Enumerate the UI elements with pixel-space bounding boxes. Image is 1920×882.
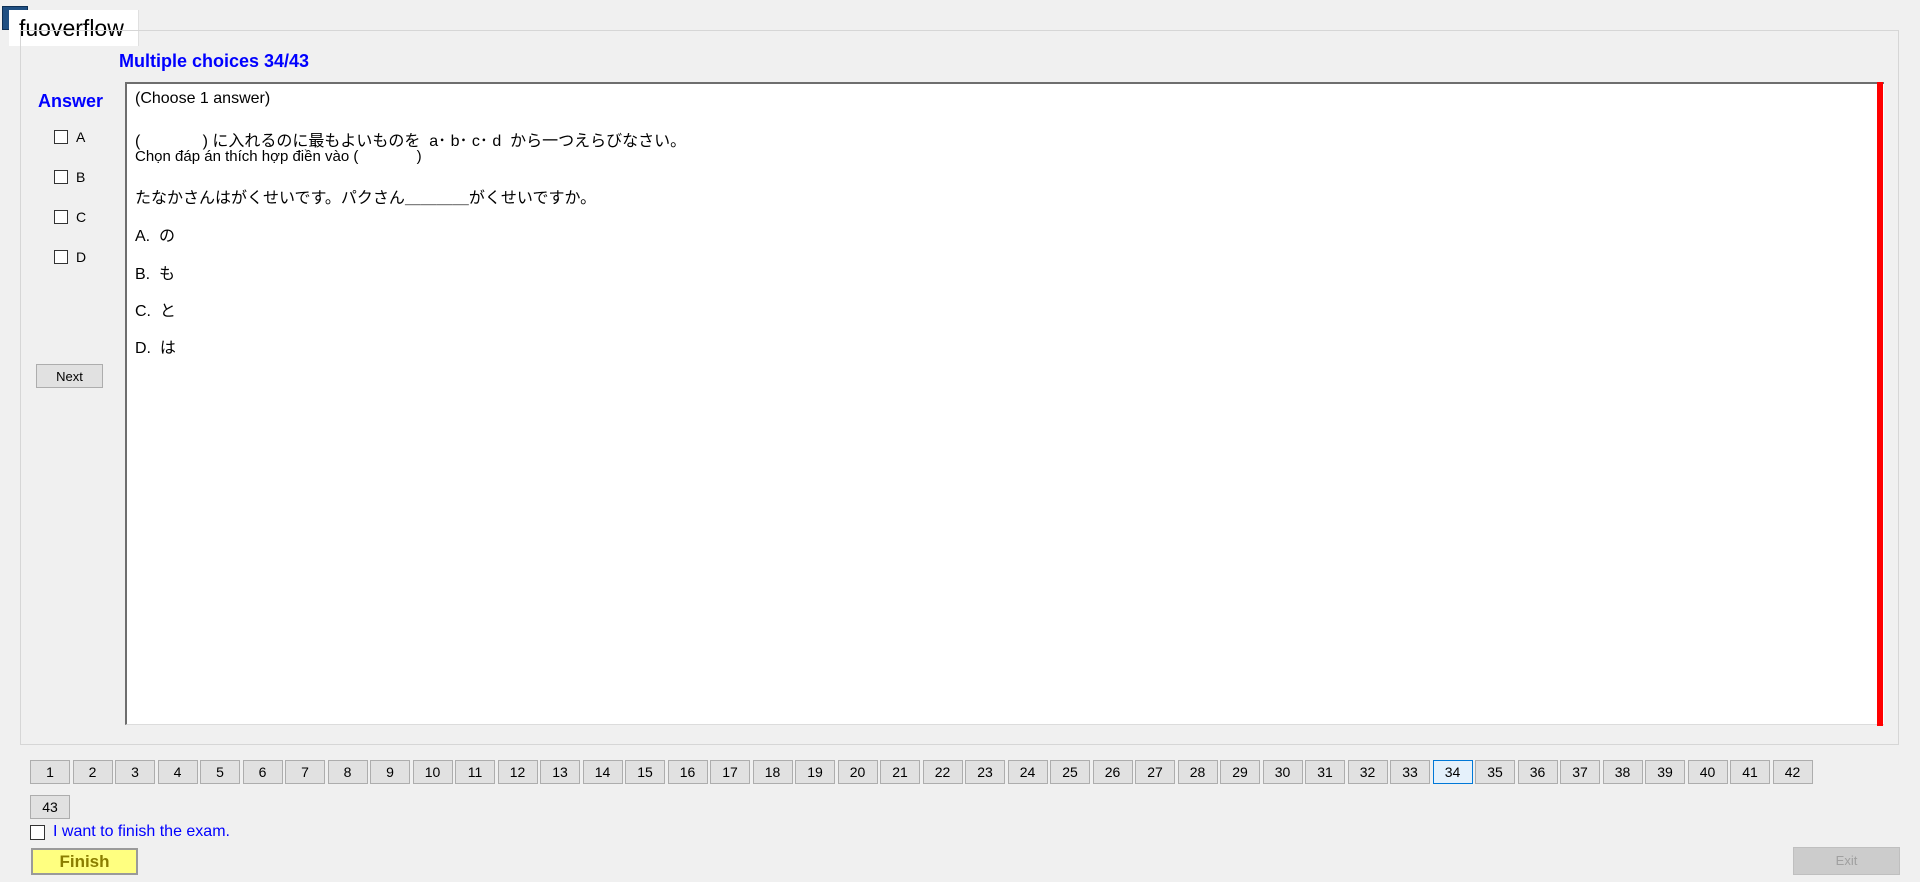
- question-nav-button-25[interactable]: 25: [1050, 760, 1090, 784]
- question-nav-button-19[interactable]: 19: [795, 760, 835, 784]
- question-nav-row-1: 1 2 3 4 5 6 7 8 9 10 11 12 13 14 15 16 17 18 19 20 21 22 23 24 2…: [30, 760, 1815, 784]
- question-nav-button-29[interactable]: 29: [1220, 760, 1260, 784]
- question-nav-button-24[interactable]: 24: [1007, 760, 1048, 784]
- question-nav-button-22[interactable]: 22: [922, 760, 963, 784]
- answer-checkbox-c[interactable]: [54, 210, 68, 224]
- section-title: Multiple choices 34/43: [119, 51, 310, 71]
- option-a: A. の: [135, 228, 176, 245]
- answer-choice-a[interactable]: A: [54, 128, 85, 146]
- question-nav-button-38[interactable]: 38: [1602, 760, 1643, 784]
- question-prompt-vietnamese: Chọn đáp án thích hợp điền vào ( ): [135, 148, 422, 165]
- finish-button[interactable]: Finish: [31, 848, 138, 875]
- question-nav-button-40[interactable]: 40: [1687, 760, 1728, 784]
- next-button[interactable]: Next: [36, 364, 103, 388]
- question-nav-button-41[interactable]: 41: [1730, 760, 1770, 784]
- answer-choice-d[interactable]: D: [54, 248, 86, 266]
- finish-confirm-label: I want to finish the exam.: [53, 823, 230, 840]
- question-nav-button-39[interactable]: 39: [1645, 760, 1685, 784]
- answer-checkbox-d[interactable]: [54, 250, 68, 264]
- answer-choice-label: C: [76, 209, 87, 225]
- question-nav-button-34[interactable]: 34: [1432, 760, 1473, 784]
- question-nav-button-6[interactable]: 6: [242, 760, 283, 784]
- option-d: D. は: [135, 340, 176, 357]
- question-nav-button-30[interactable]: 30: [1262, 760, 1303, 784]
- question-nav-button-28[interactable]: 28: [1177, 760, 1218, 784]
- question-nav-button-20[interactable]: 20: [837, 760, 878, 784]
- question-nav-button-7[interactable]: 7: [285, 760, 325, 784]
- question-nav-button-13[interactable]: 13: [540, 760, 580, 784]
- question-nav-button-17[interactable]: 17: [710, 760, 750, 784]
- question-nav-button-8[interactable]: 8: [327, 760, 368, 784]
- question-sentence: たなかさんはがくせいです。パクさん＿＿＿＿がくせいですか。: [135, 190, 597, 207]
- question-nav-button-32[interactable]: 32: [1347, 760, 1388, 784]
- content-scrollbar[interactable]: [1877, 82, 1883, 726]
- question-instruction: (Choose 1 answer): [135, 90, 271, 107]
- question-nav-button-11[interactable]: 11: [455, 760, 495, 784]
- answer-choice-label: D: [76, 249, 87, 265]
- question-nav-button-2[interactable]: 2: [72, 760, 113, 784]
- question-nav-button-26[interactable]: 26: [1092, 760, 1133, 784]
- question-nav-button-12[interactable]: 12: [497, 760, 538, 784]
- question-nav-button-43[interactable]: 43: [30, 795, 70, 819]
- question-nav-button-9[interactable]: 9: [370, 760, 410, 784]
- answer-choice-b[interactable]: B: [54, 168, 85, 186]
- question-content-area[interactable]: [125, 82, 1884, 725]
- answer-label: Answer: [38, 91, 104, 111]
- question-nav-button-33[interactable]: 33: [1390, 760, 1430, 784]
- answer-checkbox-a[interactable]: [54, 130, 68, 144]
- question-nav-button-42[interactable]: 42: [1772, 760, 1813, 784]
- question-nav-button-36[interactable]: 36: [1517, 760, 1558, 784]
- answer-choice-c[interactable]: C: [54, 208, 86, 226]
- question-nav-button-14[interactable]: 14: [582, 760, 623, 784]
- question-nav-button-1[interactable]: 1: [30, 760, 70, 784]
- finish-confirm[interactable]: I want to finish the exam.: [30, 823, 230, 841]
- question-nav-button-18[interactable]: 18: [752, 760, 793, 784]
- question-nav-button-31[interactable]: 31: [1305, 760, 1345, 784]
- question-nav-button-15[interactable]: 15: [625, 760, 665, 784]
- option-c: C. と: [135, 303, 176, 320]
- question-nav-button-27[interactable]: 27: [1135, 760, 1175, 784]
- question-nav-button-23[interactable]: 23: [965, 760, 1005, 784]
- answer-checkbox-b[interactable]: [54, 170, 68, 184]
- question-nav-button-4[interactable]: 4: [157, 760, 198, 784]
- finish-confirm-checkbox[interactable]: [30, 824, 45, 840]
- question-nav-button-3[interactable]: 3: [115, 760, 155, 784]
- question-nav-button-21[interactable]: 21: [880, 760, 920, 784]
- exit-button[interactable]: Exit: [1793, 847, 1900, 875]
- question-nav-row-2: 43: [30, 795, 73, 819]
- question-nav-button-5[interactable]: 5: [200, 760, 240, 784]
- answer-choice-label: A: [76, 129, 86, 145]
- question-nav-button-10[interactable]: 10: [412, 760, 453, 784]
- option-b: B. も: [135, 266, 176, 283]
- question-nav-button-35[interactable]: 35: [1475, 760, 1515, 784]
- question-nav-button-16[interactable]: 16: [667, 760, 708, 784]
- question-nav-button-37[interactable]: 37: [1560, 760, 1600, 784]
- answer-choice-label: B: [76, 169, 86, 185]
